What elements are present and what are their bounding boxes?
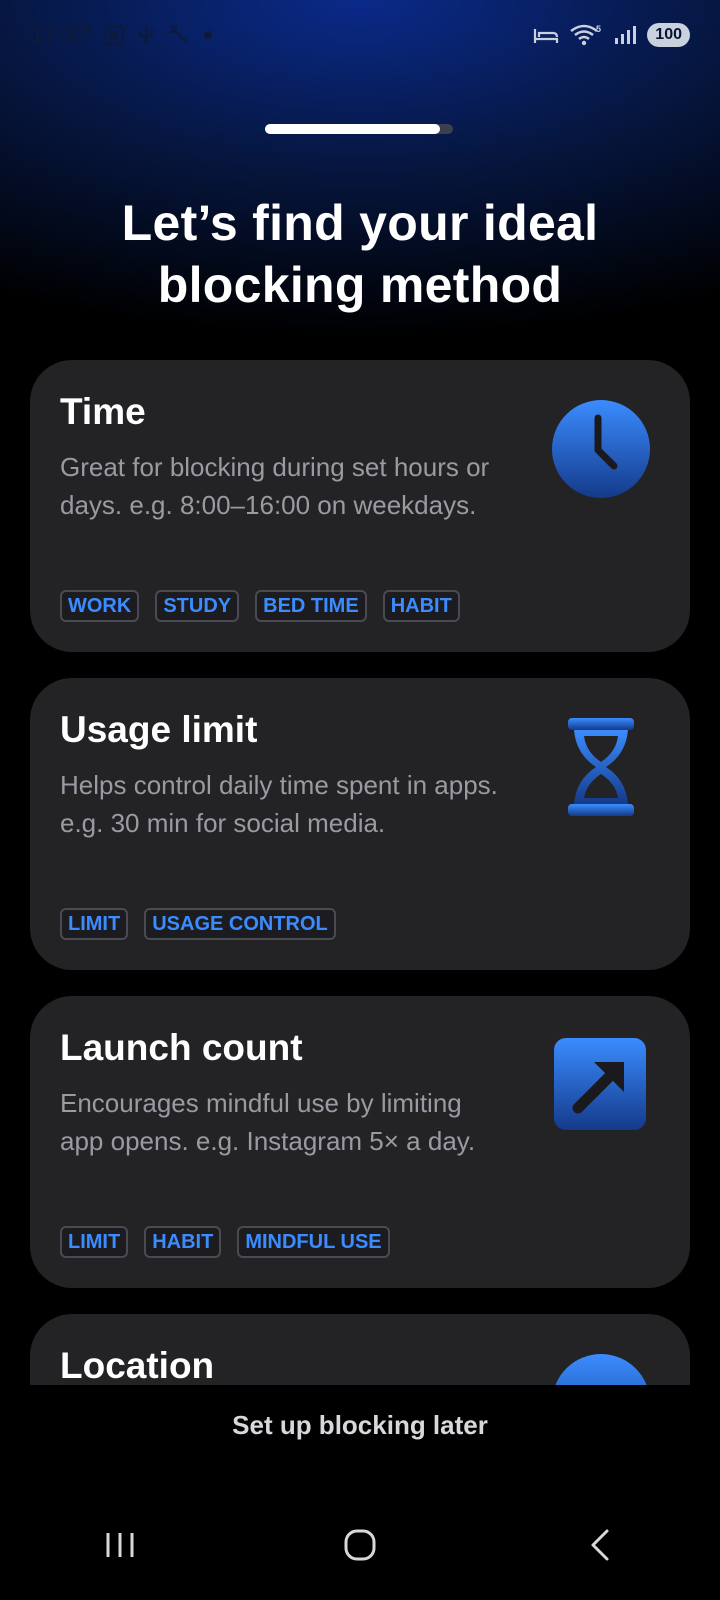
dot-icon (203, 30, 213, 40)
system-nav-bar (0, 1490, 720, 1600)
tag: MINDFUL USE (237, 1226, 390, 1258)
back-icon[interactable] (540, 1505, 660, 1585)
method-card-time[interactable]: Time Great for blocking during set hours… (30, 360, 690, 652)
tag: HABIT (382, 590, 460, 622)
set-up-later-button[interactable]: Set up blocking later (0, 1410, 720, 1441)
location-icon (550, 1352, 652, 1385)
method-card-description: Helps control daily time spent in apps. … (60, 770, 498, 838)
status-bar: 17:27 5 100 (0, 0, 720, 70)
method-card-usage-limit[interactable]: Usage limit Helps control daily time spe… (30, 678, 690, 970)
page-title-line-2: blocking method (157, 257, 563, 313)
status-time: 17:27 (30, 21, 92, 48)
launch-arrow-icon (550, 1034, 652, 1136)
tag: LIMIT (60, 1226, 129, 1258)
usb-icon (137, 23, 155, 47)
magic-wand-icon (167, 23, 191, 47)
method-card-location[interactable]: Location (30, 1314, 690, 1385)
home-icon[interactable] (300, 1505, 420, 1585)
clock-icon (550, 398, 652, 500)
recent-apps-icon[interactable] (60, 1505, 180, 1585)
method-card-description: Encourages mindful use by limiting app o… (60, 1088, 476, 1156)
tag: BED TIME (255, 590, 367, 622)
status-left: 17:27 (30, 21, 213, 49)
page-title: Let’s find your ideal blocking method (40, 192, 680, 316)
method-card-launch-count[interactable]: Launch count Encourages mindful use by l… (30, 996, 690, 1288)
method-card-tags: LIMIT HABIT MINDFUL USE (60, 1226, 390, 1258)
tag: HABIT (144, 1226, 222, 1258)
method-card-tags: WORK STUDY BED TIME HABIT (60, 590, 460, 622)
svg-text:5: 5 (596, 24, 601, 34)
page-title-line-1: Let’s find your ideal (121, 195, 599, 251)
wifi-icon: 5 (569, 23, 603, 47)
progress-fill (265, 124, 440, 134)
status-right: 5 100 (533, 23, 690, 47)
battery-icon: 100 (647, 23, 690, 47)
hourglass-icon (550, 716, 652, 818)
signal-icon (613, 24, 637, 46)
onboarding-progress-bar (265, 124, 453, 134)
sleep-mode-icon (533, 25, 559, 45)
tag: STUDY (155, 590, 240, 622)
method-list[interactable]: Time Great for blocking during set hours… (0, 360, 720, 1385)
tag: LIMIT (60, 908, 129, 940)
screenshot-icon (103, 24, 125, 46)
method-card-tags: LIMIT USAGE CONTROL (60, 908, 336, 940)
tag: WORK (60, 590, 140, 622)
tag: USAGE CONTROL (144, 908, 336, 940)
method-card-description: Great for blocking during set hours or d… (60, 452, 490, 520)
